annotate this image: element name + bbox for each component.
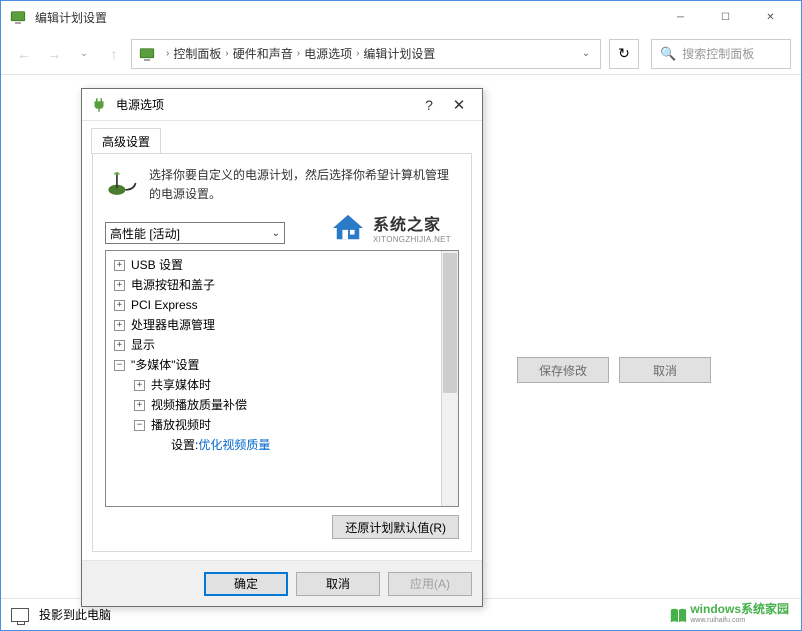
dialog-description: 选择你要自定义的电源计划，然后选择你希望计算机管理的电源设置。 <box>149 166 459 204</box>
cancel-button[interactable]: 取消 <box>296 572 380 596</box>
tree-item-share-media[interactable]: +共享媒体时 <box>108 375 456 395</box>
project-icon <box>11 608 29 622</box>
expand-icon[interactable]: + <box>114 260 125 271</box>
dialog-footer: 确定 取消 应用(A) <box>82 560 482 606</box>
control-panel-icon <box>138 45 156 63</box>
tab-advanced-settings[interactable]: 高级设置 <box>91 128 161 154</box>
tree-item-processor[interactable]: +处理器电源管理 <box>108 315 456 335</box>
nav-up-button[interactable]: ↑ <box>101 41 127 67</box>
dialog-title: 电源选项 <box>116 96 414 113</box>
nav-forward-button[interactable]: → <box>41 41 67 67</box>
close-button[interactable]: ✕ <box>748 3 793 31</box>
navbar: ← → ⌄ ↑ › 控制面板 › 硬件和声音 › 电源选项 › 编辑计划设置 ⌄… <box>1 33 801 75</box>
chevron-right-icon: › <box>166 48 169 59</box>
breadcrumb[interactable]: › 控制面板 › 硬件和声音 › 电源选项 › 编辑计划设置 ⌄ <box>131 39 601 69</box>
tree-item-usb[interactable]: +USB 设置 <box>108 255 456 275</box>
ok-button[interactable]: 确定 <box>204 572 288 596</box>
chevron-right-icon: › <box>356 48 359 59</box>
search-icon: 🔍 <box>660 46 676 62</box>
breadcrumb-item[interactable]: 编辑计划设置 <box>363 45 435 62</box>
expand-icon[interactable]: + <box>114 320 125 331</box>
expand-icon[interactable]: + <box>114 280 125 291</box>
tree-item-power-button[interactable]: +电源按钮和盖子 <box>108 275 456 295</box>
tree-item-video-quality-comp[interactable]: +视频播放质量补偿 <box>108 395 456 415</box>
breadcrumb-item[interactable]: 控制面板 <box>173 45 221 62</box>
plan-select-value: 高性能 [活动] <box>110 225 180 242</box>
dialog-help-button[interactable]: ? <box>414 97 444 113</box>
tree-item-multimedia[interactable]: −"多媒体"设置 <box>108 355 456 375</box>
bottom-bar-label[interactable]: 投影到此电脑 <box>39 606 111 623</box>
restore-defaults-button[interactable]: 还原计划默认值(R) <box>332 515 459 539</box>
dialog-titlebar: 电源选项 ? ✕ <box>82 89 482 121</box>
main-window-title: 编辑计划设置 <box>35 9 658 26</box>
power-plug-icon <box>90 96 108 114</box>
chevron-right-icon: › <box>225 48 228 59</box>
save-changes-button[interactable]: 保存修改 <box>517 357 609 383</box>
expand-icon[interactable]: + <box>134 400 145 411</box>
settings-tree[interactable]: +USB 设置 +电源按钮和盖子 +PCI Express +处理器电源管理 +… <box>105 250 459 507</box>
search-input[interactable]: 🔍 搜索控制面板 <box>651 39 791 69</box>
nav-dropdown-button[interactable]: ⌄ <box>71 41 97 67</box>
nav-back-button[interactable]: ← <box>11 41 37 67</box>
collapse-icon[interactable]: − <box>114 360 125 371</box>
tree-item-setting-value[interactable]: 设置: 优化视频质量 <box>108 435 456 455</box>
tree-item-pci-express[interactable]: +PCI Express <box>108 295 456 315</box>
minimize-button[interactable]: ─ <box>658 3 703 31</box>
maximize-button[interactable]: ☐ <box>703 3 748 31</box>
setting-value-link[interactable]: 优化视频质量 <box>198 436 270 454</box>
power-cord-icon <box>105 166 139 200</box>
tree-item-display[interactable]: +显示 <box>108 335 456 355</box>
cancel-button[interactable]: 取消 <box>619 357 711 383</box>
refresh-button[interactable]: ↻ <box>609 39 639 69</box>
expand-icon[interactable]: + <box>114 340 125 351</box>
expand-icon[interactable]: + <box>114 300 125 311</box>
main-titlebar: 编辑计划设置 ─ ☐ ✕ <box>1 1 801 33</box>
dialog-body: 高级设置 选择你要自定义的电源计划，然后选择你希望计算机管理的电源设置。 高性能… <box>82 121 482 560</box>
tree-scrollbar[interactable] <box>441 251 458 506</box>
expand-icon[interactable]: + <box>134 380 145 391</box>
tree-item-play-video[interactable]: −播放视频时 <box>108 415 456 435</box>
window-controls: ─ ☐ ✕ <box>658 3 793 31</box>
power-options-dialog: 电源选项 ? ✕ 高级设置 选择你要自定义的电源计划，然后选择你希望计算机管理的… <box>81 88 483 607</box>
control-panel-icon <box>9 8 27 26</box>
collapse-icon[interactable]: − <box>134 420 145 431</box>
dialog-close-button[interactable]: ✕ <box>444 96 474 114</box>
breadcrumb-item[interactable]: 电源选项 <box>304 45 352 62</box>
breadcrumb-dropdown-icon[interactable]: ⌄ <box>576 48 596 59</box>
search-placeholder: 搜索控制面板 <box>682 45 754 62</box>
breadcrumb-item[interactable]: 硬件和声音 <box>233 45 293 62</box>
scrollbar-thumb[interactable] <box>443 253 457 393</box>
chevron-down-icon: ⌄ <box>272 228 280 239</box>
chevron-right-icon: › <box>297 48 300 59</box>
power-plan-select[interactable]: 高性能 [活动] ⌄ <box>105 222 285 244</box>
apply-button[interactable]: 应用(A) <box>388 572 472 596</box>
